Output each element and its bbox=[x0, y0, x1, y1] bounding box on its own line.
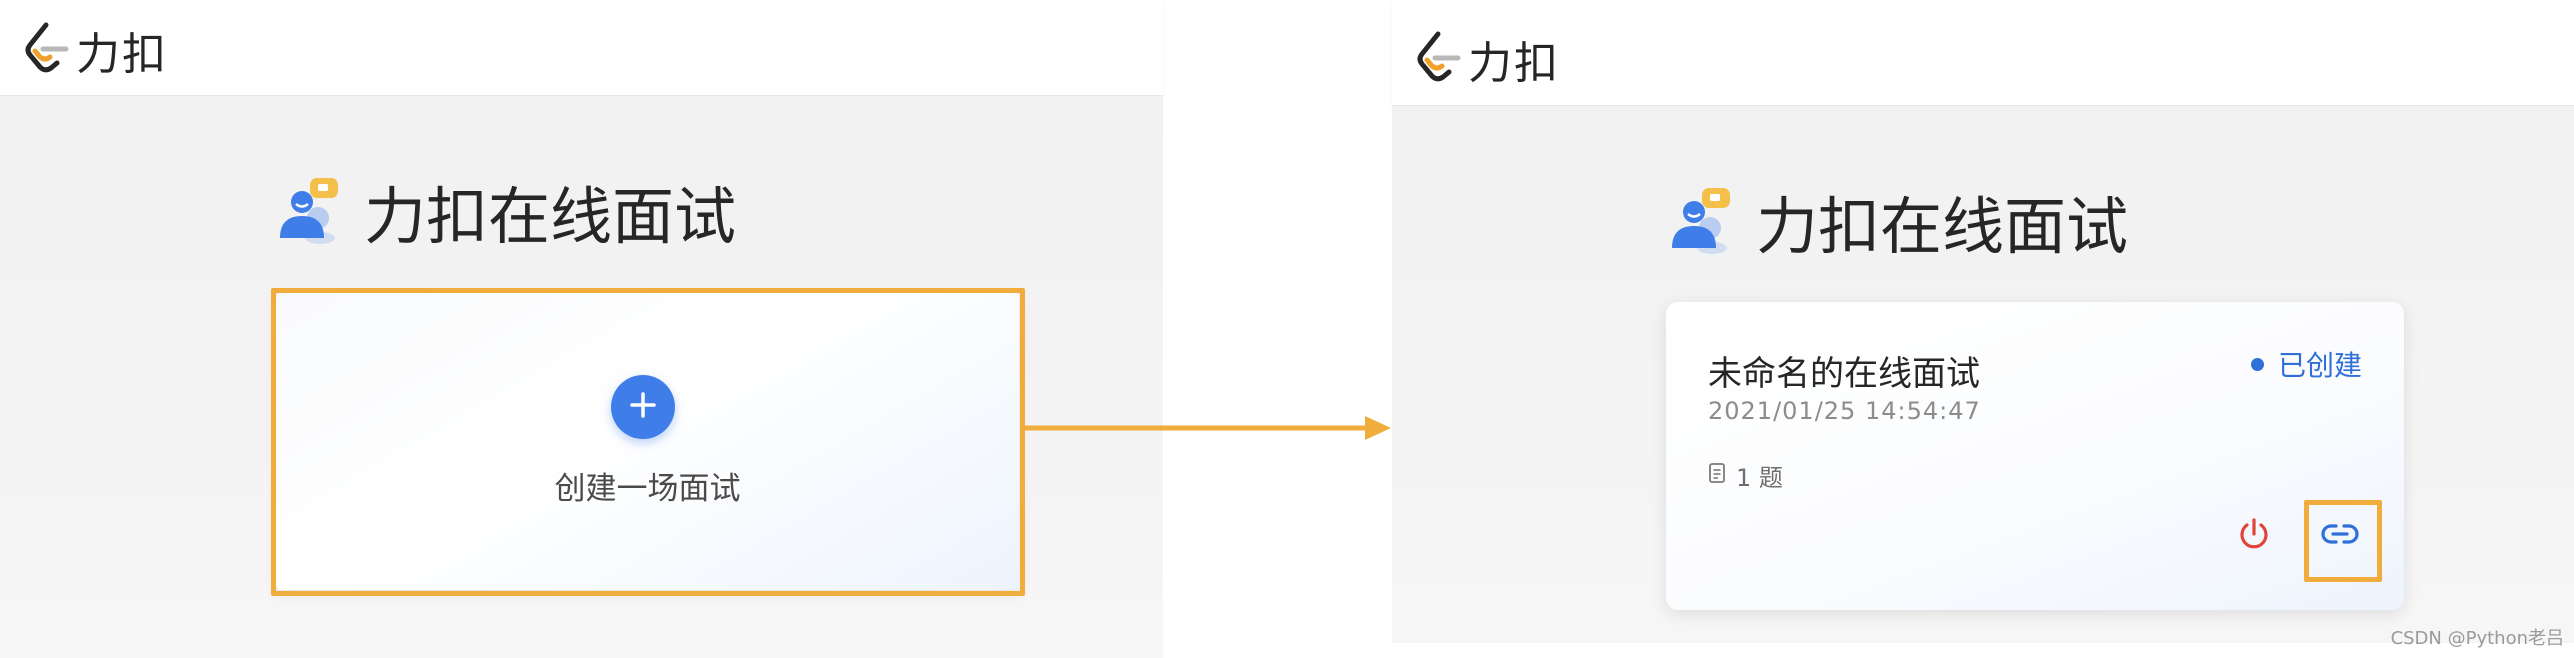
status-dot bbox=[2250, 357, 2264, 371]
question-count: 1 题 bbox=[1708, 458, 1783, 493]
highlight-frame-create bbox=[271, 288, 1025, 596]
status-badge: 已创建 bbox=[2250, 344, 2362, 384]
top-navbar: 力扣 bbox=[1392, 0, 2574, 106]
power-icon bbox=[2236, 516, 2272, 556]
watermark: CSDN @Python老吕 bbox=[2390, 628, 2564, 649]
interview-card[interactable]: 未命名的在线面试 2021/01/25 14:54:47 已创建 1 题 bbox=[1666, 302, 2404, 610]
top-navbar: 力扣 bbox=[0, 0, 1163, 96]
leetcode-logo-icon bbox=[1416, 28, 1462, 90]
highlight-frame-link bbox=[2304, 500, 2382, 582]
arrow-right-icon bbox=[1025, 410, 1395, 450]
end-interview-button[interactable] bbox=[2234, 516, 2274, 556]
right-screenshot-panel: 力扣 力扣在线面试 未命名的在线面试 2021/01/25 14:54:47 已… bbox=[1392, 0, 2574, 643]
brand-logo[interactable]: 力扣 bbox=[1416, 27, 1560, 91]
brand-name: 力扣 bbox=[1468, 38, 1560, 89]
brand-logo[interactable]: 力扣 bbox=[24, 18, 168, 82]
page-title: 力扣在线面试 bbox=[1756, 190, 2129, 263]
question-count-label: 1 题 bbox=[1736, 464, 1783, 492]
page-heading: 力扣在线面试 bbox=[272, 166, 736, 256]
brand-name: 力扣 bbox=[76, 29, 168, 80]
left-screenshot-panel: 力扣 力扣在线面试 创建一场面试 bbox=[0, 0, 1163, 658]
interview-avatar-icon bbox=[1664, 184, 1734, 258]
interview-timestamp: 2021/01/25 14:54:47 bbox=[1708, 397, 1981, 425]
page-title: 力扣在线面试 bbox=[364, 180, 737, 253]
leetcode-logo-icon bbox=[24, 19, 70, 81]
interview-avatar-icon bbox=[272, 174, 342, 248]
page-heading: 力扣在线面试 bbox=[1664, 176, 2128, 266]
interview-title: 未命名的在线面试 bbox=[1708, 354, 1980, 394]
status-label: 已创建 bbox=[2277, 349, 2362, 382]
document-icon bbox=[1708, 462, 1726, 490]
